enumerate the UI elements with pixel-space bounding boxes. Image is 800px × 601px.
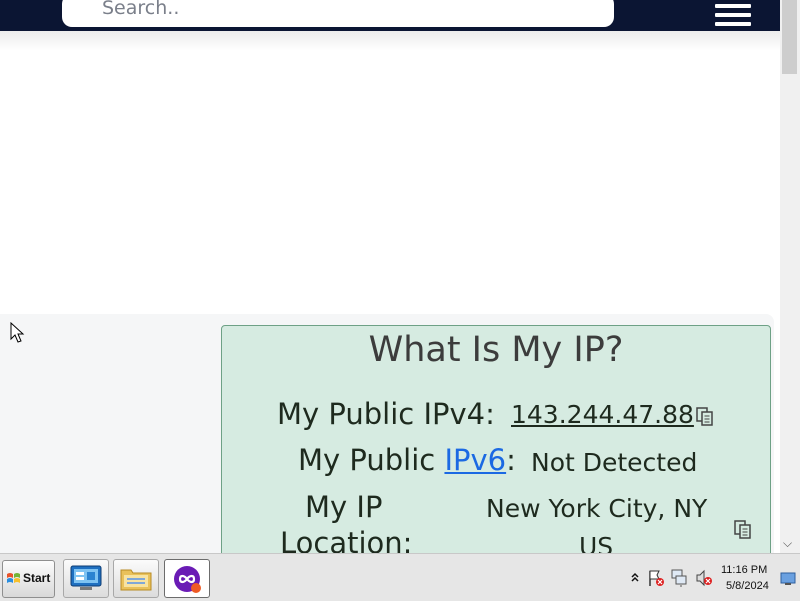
search-input[interactable]: Search.. (62, 0, 614, 27)
ipv6-link[interactable]: IPv6 (444, 443, 506, 477)
scroll-down-arrow-icon[interactable]: ⌵ (783, 536, 792, 551)
browser-viewport: Search.. What Is My IP? My Public IPv4: … (0, 0, 780, 553)
windows-taskbar: Start 11:16 PM 5/8/2024 (0, 553, 800, 601)
nav-shadow (0, 31, 780, 51)
start-button[interactable]: Start (2, 560, 55, 598)
network-icon[interactable] (671, 568, 689, 587)
clock-time[interactable]: 11:16 PM (721, 564, 767, 576)
ipv6-label-prefix: My Public (298, 443, 436, 477)
scrollbar-thumb[interactable] (782, 0, 797, 74)
location-value-line2: US (579, 532, 614, 553)
mouse-cursor-icon (10, 322, 25, 343)
vertical-scrollbar[interactable]: ⌵ (780, 0, 800, 553)
card-title: What Is My IP? (368, 330, 624, 370)
top-navigation-bar: Search.. (0, 0, 780, 31)
infinity-app-icon (174, 566, 201, 593)
hamburger-icon[interactable] (715, 4, 751, 26)
copy-location-icon[interactable] (734, 520, 752, 540)
search-placeholder: Search.. (102, 0, 180, 19)
location-value-line1: New York City, NY (486, 494, 708, 523)
ipv6-colon: : (506, 443, 516, 477)
file-explorer-icon (120, 569, 152, 591)
copy-ipv4-icon[interactable] (696, 407, 714, 427)
ipv4-value-link[interactable]: 143.244.47.88 (511, 400, 694, 429)
system-tray: 11:16 PM 5/8/2024 (626, 560, 800, 596)
windows-logo-icon (7, 573, 20, 583)
location-label-line1: My IP (305, 490, 383, 524)
volume-muted-icon[interactable] (695, 569, 713, 587)
clock-date[interactable]: 5/8/2024 (726, 580, 769, 592)
server-manager-icon (70, 565, 102, 590)
show-hidden-icons-chevron[interactable] (630, 570, 640, 584)
taskbar-server-manager[interactable] (63, 559, 109, 598)
location-label-line2: Location: (280, 526, 413, 553)
action-center-flag-icon[interactable] (648, 569, 665, 587)
taskbar-infinity-app[interactable] (164, 559, 210, 598)
taskbar-file-explorer[interactable] (113, 559, 159, 598)
show-desktop-icon[interactable] (780, 572, 796, 586)
ipv6-label: My Public IPv6: (298, 443, 516, 477)
ipv6-value: Not Detected (531, 448, 698, 477)
ipv4-label: My Public IPv4: (277, 397, 495, 431)
start-label: Start (23, 571, 51, 585)
ip-info-card: What Is My IP? My Public IPv4: 143.244.4… (221, 325, 771, 553)
